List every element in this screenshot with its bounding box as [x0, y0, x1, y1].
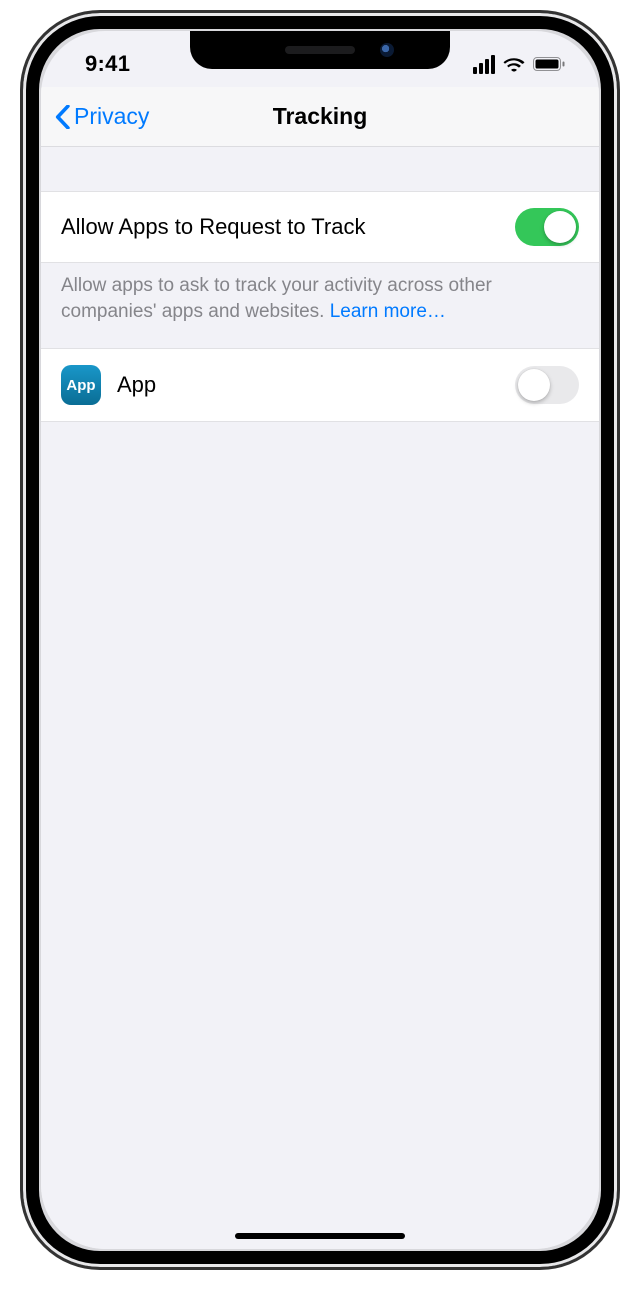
allow-tracking-footer: Allow apps to ask to track your activity… — [41, 263, 599, 348]
wifi-icon — [503, 55, 525, 73]
allow-tracking-switch[interactable] — [515, 208, 579, 246]
iphone-device-frame: 9:41 Privacy Tracking Allow Apps — [20, 10, 620, 1270]
learn-more-link[interactable]: Learn more… — [330, 301, 446, 322]
app-icon: App — [61, 365, 101, 405]
status-time: 9:41 — [85, 51, 130, 77]
allow-tracking-label: Allow Apps to Request to Track — [61, 214, 499, 240]
device-notch — [190, 31, 450, 69]
back-label: Privacy — [74, 103, 149, 130]
allow-tracking-cell: Allow Apps to Request to Track — [41, 191, 599, 263]
app-tracking-switch[interactable] — [515, 366, 579, 404]
app-tracking-cell: App App — [41, 348, 599, 422]
app-name-label: App — [117, 372, 499, 398]
navigation-bar: Privacy Tracking — [41, 87, 599, 147]
home-indicator[interactable] — [235, 1233, 405, 1239]
back-button[interactable]: Privacy — [55, 103, 149, 130]
chevron-left-icon — [55, 105, 70, 129]
cellular-signal-icon — [473, 55, 495, 74]
battery-icon — [533, 56, 565, 72]
status-icons — [473, 55, 565, 74]
settings-content: Privacy Tracking Allow Apps to Request t… — [41, 87, 599, 1249]
screen: 9:41 Privacy Tracking Allow Apps — [41, 31, 599, 1249]
